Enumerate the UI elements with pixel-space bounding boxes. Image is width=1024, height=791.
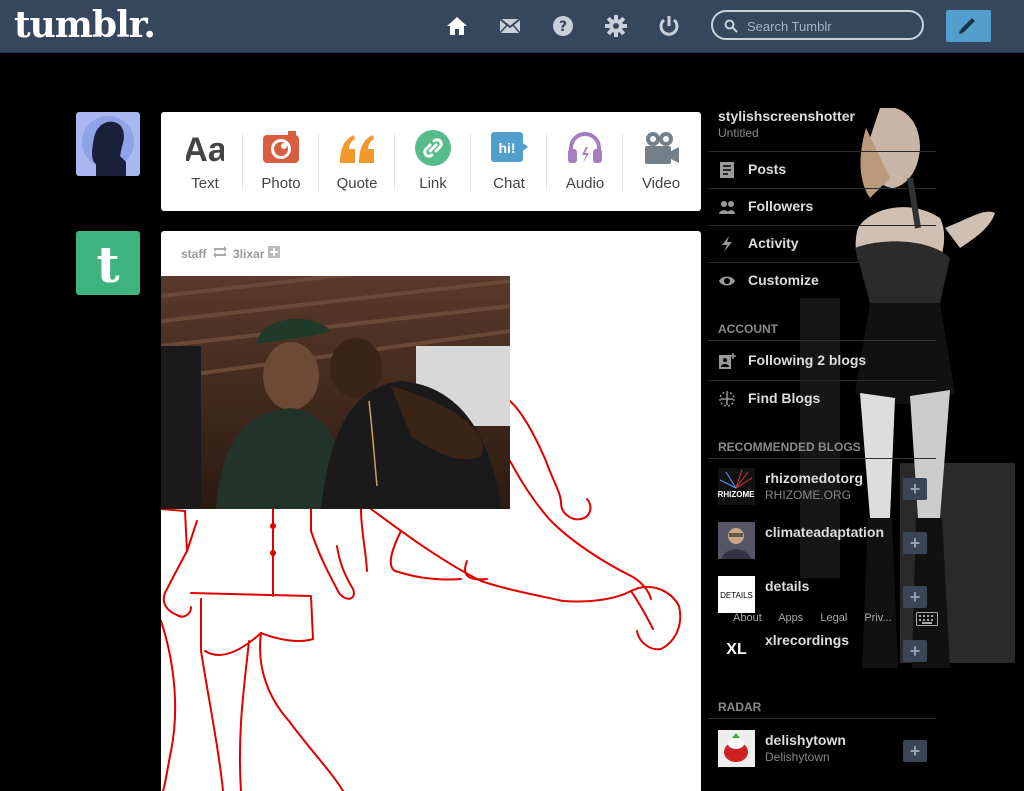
recommended-blog[interactable]: RHIZOME rhizomedotorg RHIZOME.ORG + — [708, 460, 936, 512]
svg-text:Aa: Aa — [186, 131, 224, 167]
sidebar-item-activity[interactable]: Activity — [708, 225, 936, 262]
blog-title: Untitled — [718, 126, 759, 140]
chat-icon: hi! — [490, 129, 528, 167]
sidebar-item-followers[interactable]: Followers — [708, 188, 936, 225]
camera-icon — [262, 129, 300, 167]
account-heading: ACCOUNT — [718, 322, 778, 336]
svg-text:DETAILS: DETAILS — [720, 591, 753, 600]
video-icon — [642, 129, 680, 167]
headphones-icon — [566, 129, 604, 167]
delishytown-avatar — [718, 730, 755, 767]
post-type-link[interactable]: Link — [395, 112, 471, 211]
mail-icon[interactable] — [498, 14, 522, 38]
recommended-blog[interactable]: climateadaptation + — [708, 514, 936, 566]
sidebar-item-find-blogs[interactable]: Find Blogs — [708, 380, 936, 417]
post-type-audio[interactable]: Audio — [547, 112, 623, 211]
follow-button[interactable]: + — [903, 740, 927, 762]
text-icon: Aa — [186, 129, 224, 167]
follow-button[interactable]: + — [903, 640, 927, 662]
followers-icon — [718, 198, 736, 216]
posts-icon — [718, 161, 736, 179]
post-type-bar: Aa Text Photo Quote Link hi! Chat Audio … — [161, 112, 701, 211]
search-box — [711, 10, 924, 40]
tumblr-logo[interactable]: tumblr. — [14, 4, 156, 46]
pencil-icon — [959, 18, 975, 34]
post-type-chat[interactable]: hi! Chat — [471, 112, 547, 211]
home-icon[interactable] — [445, 14, 469, 38]
user-avatar[interactable] — [76, 112, 140, 176]
post-type-text[interactable]: Aa Text — [167, 112, 243, 211]
svg-text:?: ? — [559, 19, 567, 35]
radar-heading: RADAR — [718, 700, 762, 714]
post-type-video[interactable]: Video — [623, 112, 699, 211]
sidebar-item-posts[interactable]: Posts — [708, 151, 936, 188]
eye-icon — [718, 272, 736, 290]
help-icon[interactable]: ? — [551, 14, 575, 38]
search-input[interactable] — [745, 15, 919, 37]
gear-icon[interactable] — [604, 14, 628, 38]
blog-name[interactable]: stylishscreenshotter — [718, 108, 855, 124]
recommended-heading: RECOMMENDED BLOGS — [718, 440, 861, 454]
quote-icon — [338, 129, 376, 167]
sidebar-item-following[interactable]: Following 2 blogs — [708, 343, 936, 379]
staff-avatar[interactable]: t — [76, 231, 140, 295]
sidebar-item-customize[interactable]: Customize — [708, 262, 936, 299]
top-navigation-bar: tumblr. ? — [0, 0, 1024, 53]
compose-button[interactable] — [946, 10, 991, 42]
follow-button[interactable]: + — [903, 586, 927, 608]
search-icon — [724, 19, 738, 33]
post-photo[interactable] — [161, 276, 510, 509]
rhizome-avatar: RHIZOME — [718, 468, 755, 505]
climateadaptation-avatar — [718, 522, 755, 559]
compass-icon — [718, 390, 736, 408]
follow-button[interactable]: + — [903, 532, 927, 554]
following-icon — [718, 352, 736, 370]
svg-text:t: t — [96, 235, 119, 294]
radar-blog[interactable]: delishytown Delishytown + — [708, 722, 936, 768]
follow-button[interactable]: + — [903, 478, 927, 500]
link-icon — [414, 129, 452, 167]
svg-text:hi!: hi! — [498, 140, 515, 156]
post-type-quote[interactable]: Quote — [319, 112, 395, 211]
dashboard-post: staff 3lixar — [161, 231, 701, 791]
svg-text:XL: XL — [726, 641, 747, 658]
xlrecordings-avatar: XL — [718, 630, 755, 667]
details-avatar: DETAILS — [718, 576, 755, 613]
activity-icon — [718, 235, 736, 253]
power-icon[interactable] — [657, 14, 681, 38]
svg-text:RHIZOME: RHIZOME — [718, 490, 755, 499]
recommended-blog[interactable]: XL xlrecordings + — [708, 622, 936, 674]
post-type-photo[interactable]: Photo — [243, 112, 319, 211]
